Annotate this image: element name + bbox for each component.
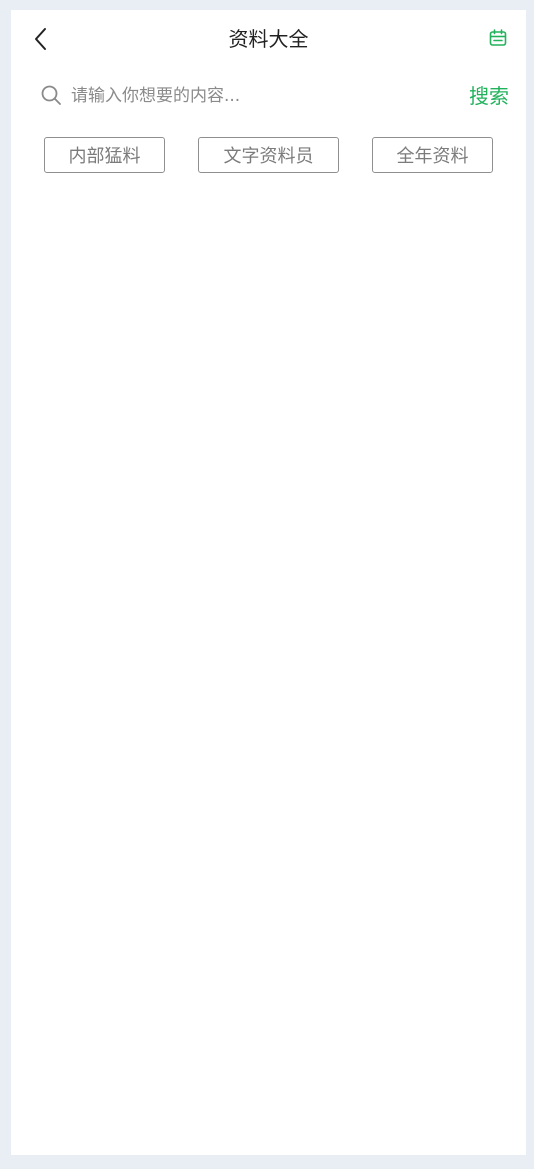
category-tags: 内部猛料 文字资料员 全年资料	[11, 137, 526, 177]
tag-internal-news[interactable]: 内部猛料	[44, 137, 165, 173]
search-button[interactable]: 搜索	[469, 81, 509, 111]
calendar-icon	[489, 29, 507, 46]
app-screen: 资料大全 搜索 内部猛料 文字资料员 全年资料	[11, 10, 526, 1155]
top-bar: 资料大全	[11, 10, 526, 68]
search-icon	[41, 85, 61, 105]
search-input[interactable]	[71, 80, 451, 112]
search-bar: 搜索	[11, 72, 526, 120]
page-title: 资料大全	[228, 27, 309, 51]
tag-full-year-materials[interactable]: 全年资料	[372, 137, 493, 173]
tag-text-materials[interactable]: 文字资料员	[198, 137, 339, 173]
calendar-button[interactable]	[486, 26, 510, 50]
